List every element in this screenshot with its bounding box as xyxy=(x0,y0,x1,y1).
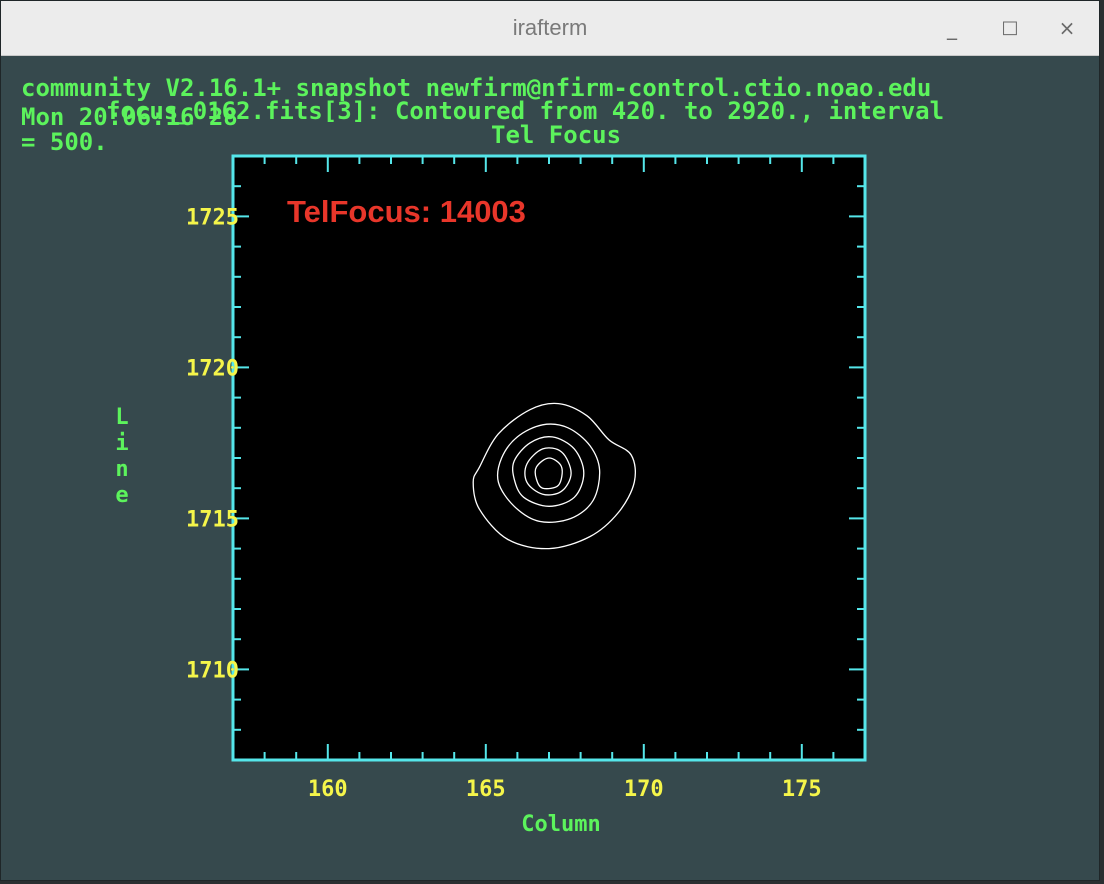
y-axis-label-char: L xyxy=(115,405,128,430)
x-tick-label: 170 xyxy=(624,777,664,802)
title-bar[interactable]: irafterm _ □ × xyxy=(1,1,1099,56)
x-tick-label: 165 xyxy=(466,777,506,802)
y-tick-label: 1725 xyxy=(186,205,239,230)
x-axis-label: Column xyxy=(521,812,600,837)
close-button[interactable]: × xyxy=(1050,13,1084,43)
terminal-area[interactable]: community V2.16.1+ snapshot newfirm@nfir… xyxy=(1,56,1099,880)
y-axis-label-char: n xyxy=(115,457,128,482)
telfocus-annotation: TelFocus: 14003 xyxy=(287,194,526,229)
y-axis-label-char: i xyxy=(115,431,128,456)
y-tick-label: 1715 xyxy=(186,507,239,532)
maximize-button[interactable]: □ xyxy=(993,13,1027,43)
y-tick-label: 1720 xyxy=(186,356,239,381)
x-tick-label: 175 xyxy=(782,777,822,802)
contour-plot: 160 165 170 175 1710 1715 1720 1725 TelFocus: 1… xyxy=(115,154,867,837)
y-axis-label-char: e xyxy=(115,483,128,508)
x-tick-label: 160 xyxy=(308,777,348,802)
irafterm-window: irafterm _ □ × community V2.16.1+ snapsh… xyxy=(0,0,1100,881)
y-axis-label: Line xyxy=(115,405,128,508)
minimize-button[interactable]: _ xyxy=(935,13,969,43)
y-tick-label: 1710 xyxy=(186,658,239,683)
